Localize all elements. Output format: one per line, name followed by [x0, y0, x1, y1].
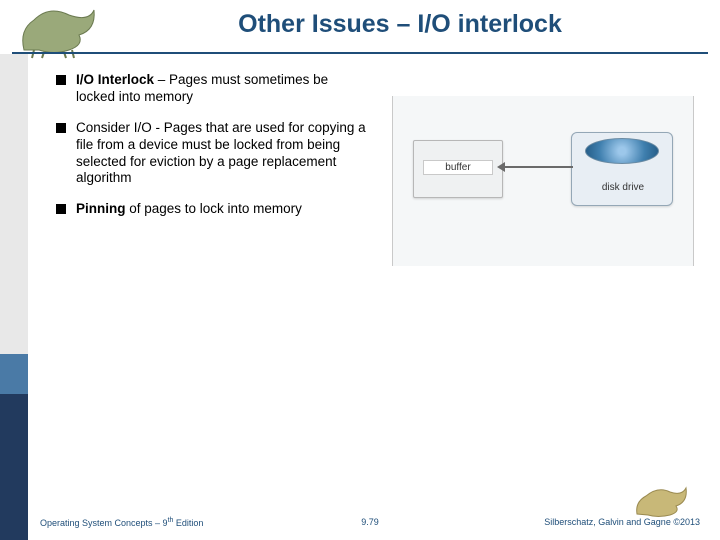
- arrow-left-icon: [503, 166, 573, 168]
- footer-page-number: 9.79: [40, 517, 700, 527]
- bullet-marker-icon: [56, 75, 66, 85]
- bullet-strong: Pinning: [76, 201, 126, 216]
- bullet-strong: I/O Interlock: [76, 72, 154, 87]
- disk-platter-icon: [585, 138, 659, 164]
- bullet-item: I/O Interlock – Pages must sometimes be …: [56, 72, 366, 106]
- bullet-text: of pages to lock into memory: [126, 201, 302, 216]
- buffer-label: buffer: [423, 160, 493, 175]
- dinosaur-top-icon: [14, 0, 104, 60]
- bullet-marker-icon: [56, 204, 66, 214]
- bullet-item: Consider I/O - Pages that are used for c…: [56, 120, 366, 188]
- bullet-text: Consider I/O - Pages that are used for c…: [76, 120, 366, 188]
- bullet-marker-icon: [56, 123, 66, 133]
- disk-drive-label: disk drive: [587, 182, 659, 193]
- sidebar-decoration: [0, 54, 28, 540]
- slide-title: Other Issues – I/O interlock: [120, 10, 680, 39]
- diagram: buffer disk drive: [392, 96, 694, 266]
- slide: Other Issues – I/O interlock I/O Interlo…: [0, 0, 720, 540]
- bullet-item: Pinning of pages to lock into memory: [56, 201, 366, 218]
- footer: Operating System Concepts – 9th Edition …: [40, 514, 700, 530]
- bullet-list: I/O Interlock – Pages must sometimes be …: [56, 72, 366, 232]
- title-rule: [12, 52, 708, 54]
